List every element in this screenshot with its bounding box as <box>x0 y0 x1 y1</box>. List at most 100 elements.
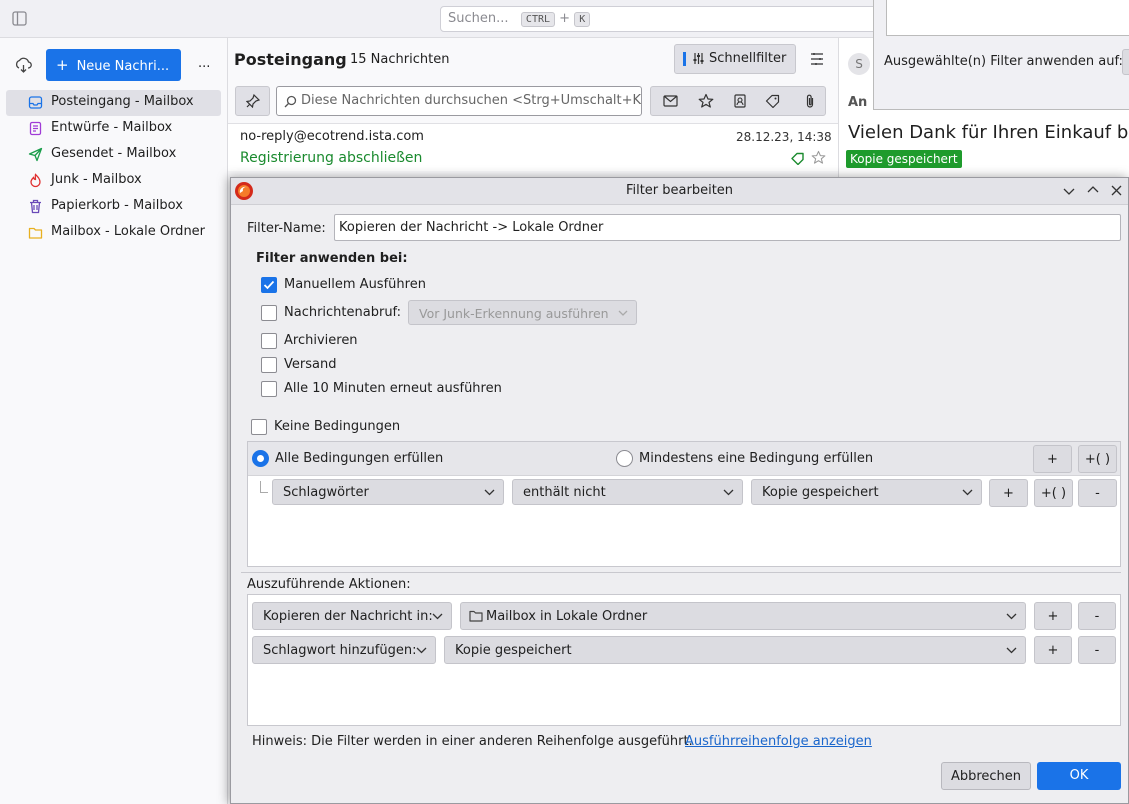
more-menu-button[interactable]: ... <box>198 56 210 71</box>
reader-subject: Vielen Dank für Ihren Einkauf bei <box>848 122 1129 143</box>
periodic-label: Alle 10 Minuten erneut ausführen <box>284 381 502 396</box>
contact-filter-icon[interactable] <box>733 94 747 108</box>
sidebar-item-sent[interactable]: Gesendet - Mailbox <box>6 142 221 168</box>
cancel-button[interactable]: Abbrechen <box>941 762 1031 790</box>
condition-add-button[interactable]: + <box>989 479 1028 507</box>
condition-field-value: Schlagwörter <box>283 485 369 500</box>
condition-operator-select[interactable]: enthält nicht <box>512 479 743 505</box>
close-icon[interactable] <box>1111 185 1122 196</box>
filter-name-input[interactable]: Kopieren der Nachricht -> Lokale Ordner <box>334 214 1121 241</box>
section-divider <box>241 572 1121 573</box>
apply-filters-label: Ausgewählte(n) Filter anwenden auf: <box>884 54 1123 69</box>
fetch-timing-select[interactable]: Vor Junk-Erkennung ausführen <box>408 300 637 325</box>
chevron-down-icon <box>962 489 973 496</box>
match-all-label: Alle Bedingungen erfüllen <box>275 451 444 466</box>
sidebar-item-label: Mailbox - Lokale Ordner <box>51 224 206 239</box>
reader-tag-badge: Kopie gespeichert <box>846 150 962 168</box>
sidebar-item-junk[interactable]: Junk - Mailbox <box>6 168 221 194</box>
show-order-link[interactable]: Ausführreihenfolge anzeigen <box>685 734 872 749</box>
tag-filter-icon[interactable] <box>765 94 781 108</box>
action-target-value: Kopie gespeichert <box>455 643 572 658</box>
match-any-radio[interactable] <box>616 450 633 467</box>
sidebar-item-label: Papierkorb - Mailbox <box>51 198 183 213</box>
minimize-icon[interactable] <box>1063 186 1075 196</box>
add-condition-button[interactable]: + <box>1033 445 1072 473</box>
send-checkbox[interactable] <box>261 357 277 373</box>
dialog-titlebar: Filter bearbeiten <box>231 178 1128 205</box>
search-placeholder: Suchen... <box>448 11 509 26</box>
fetch-label: Nachrichtenabruf: <box>284 305 402 320</box>
pin-button[interactable] <box>235 86 270 116</box>
tree-connector <box>260 481 268 493</box>
kbd-k: K <box>574 12 591 27</box>
condition-field-select[interactable]: Schlagwörter <box>272 479 504 505</box>
action-add-button-1[interactable]: + <box>1034 602 1072 630</box>
global-search-input[interactable]: Suchen... CTRL + K <box>440 6 880 32</box>
chevron-down-icon <box>1006 647 1017 654</box>
list-options-icon[interactable] <box>810 52 824 66</box>
chevron-down-icon <box>1006 613 1017 620</box>
chevron-down-icon <box>432 613 443 620</box>
action-type-select-2[interactable]: Schlagwort hinzufügen: <box>252 636 436 664</box>
folder-title: Posteingang <box>234 50 347 69</box>
pin-icon <box>246 94 260 108</box>
archive-checkbox[interactable] <box>261 333 277 349</box>
filter-list-dialog: Ausgewählte(n) Filter anwenden auf: <box>873 0 1129 110</box>
folder-icon <box>28 225 43 240</box>
action-remove-button-2[interactable]: - <box>1078 636 1116 664</box>
maximize-icon[interactable] <box>1087 185 1099 195</box>
message-search-input[interactable]: Diese Nachrichten durchsuchen <Strg+Umsc… <box>276 86 642 116</box>
get-messages-icon[interactable] <box>15 57 32 74</box>
manual-run-checkbox[interactable] <box>261 277 277 293</box>
ok-button[interactable]: OK <box>1037 762 1121 790</box>
sidebar-item-trash[interactable]: Papierkorb - Mailbox <box>6 194 221 220</box>
add-condition-group-button[interactable]: +( ) <box>1078 445 1117 473</box>
attachment-filter-icon[interactable] <box>805 93 815 109</box>
filter-list-box[interactable] <box>886 0 1129 36</box>
sidebar-item-label: Posteingang - Mailbox <box>51 94 194 109</box>
message-date: 28.12.23, 14:38 <box>736 130 832 144</box>
message-row[interactable]: no-reply@ecotrend.ista.com 28.12.23, 14:… <box>228 123 838 171</box>
match-all-radio[interactable] <box>252 450 269 467</box>
fetch-checkbox[interactable] <box>261 305 277 321</box>
match-any-label: Mindestens eine Bedingung erfüllen <box>639 451 874 466</box>
star-icon[interactable] <box>811 150 826 165</box>
sidebar-item-local-folders[interactable]: Mailbox - Lokale Ordner <box>6 220 221 246</box>
sidebar-item-inbox[interactable]: Posteingang - Mailbox <box>6 90 221 116</box>
message-count: 15 Nachrichten <box>350 52 450 67</box>
unread-filter-icon[interactable] <box>663 94 678 108</box>
quickfilter-button[interactable]: Schnellfilter <box>674 44 796 74</box>
condition-value-value: Kopie gespeichert <box>762 485 879 500</box>
no-conditions-label: Keine Bedingungen <box>274 419 401 434</box>
condition-remove-button[interactable]: - <box>1078 479 1117 507</box>
action-remove-button-1[interactable]: - <box>1078 602 1116 630</box>
apply-when-heading: Filter anwenden bei: <box>256 251 408 266</box>
apply-filters-select[interactable] <box>1122 49 1129 75</box>
action-target-select-1[interactable]: Mailbox in Lokale Ordner <box>460 602 1026 630</box>
action-target-value: Mailbox in Lokale Ordner <box>486 609 648 624</box>
filter-name-value: Kopieren der Nachricht -> Lokale Ordner <box>339 220 604 235</box>
sidebar-item-label: Junk - Mailbox <box>51 172 142 187</box>
sidebar-item-drafts[interactable]: Entwürfe - Mailbox <box>6 116 221 142</box>
periodic-checkbox[interactable] <box>261 381 277 397</box>
tag-icon <box>791 152 805 165</box>
condition-value-select[interactable]: Kopie gespeichert <box>751 479 982 505</box>
condition-add-group-button[interactable]: +( ) <box>1034 479 1073 507</box>
star-filter-icon[interactable] <box>698 93 714 109</box>
sidebar-toggle-icon[interactable] <box>12 11 27 26</box>
kbd-plus: + <box>559 11 571 26</box>
action-target-select-2[interactable]: Kopie gespeichert <box>444 636 1026 664</box>
chevron-down-icon <box>484 489 495 496</box>
junk-icon <box>28 173 43 188</box>
no-conditions-checkbox[interactable] <box>251 419 267 435</box>
fetch-timing-value: Vor Junk-Erkennung ausführen <box>419 306 609 321</box>
plus-icon: + <box>56 56 69 74</box>
action-add-button-2[interactable]: + <box>1034 636 1072 664</box>
sent-icon <box>28 147 43 162</box>
archive-label: Archivieren <box>284 333 358 348</box>
avatar: S <box>848 53 870 75</box>
new-message-button[interactable]: + Neue Nachri... <box>46 49 181 81</box>
action-type-select-1[interactable]: Kopieren der Nachricht in: <box>252 602 452 630</box>
search-icon <box>284 95 297 108</box>
chevron-down-icon <box>416 647 427 654</box>
